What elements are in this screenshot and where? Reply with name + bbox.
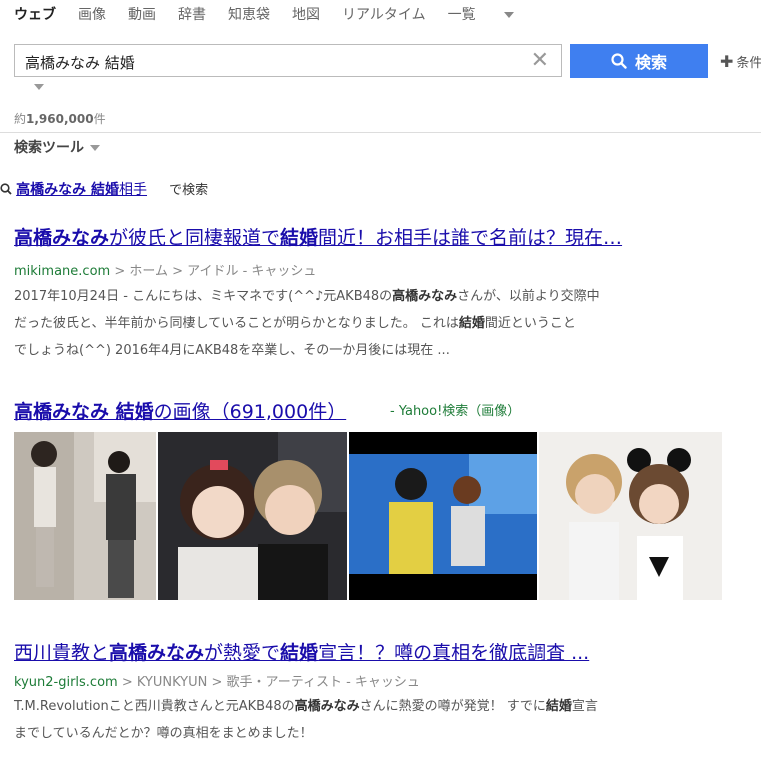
snippet-segment: 高橋みなみ [294, 699, 360, 714]
nav-more[interactable]: 一覧 [448, 4, 536, 24]
title-segment: 西川貴教と [14, 642, 110, 664]
snippet-segment: でしょうね(^^) 2016年4月にAKB48を卒業し、その一か月後には現在 .… [14, 343, 450, 358]
nav-map[interactable]: 地図 [292, 4, 320, 24]
title-segment: 宣言！？噂の真相を徹底調査 ... [318, 642, 590, 664]
result-title-link[interactable]: 西川貴教と高橋みなみが熱愛で結婚宣言！？噂の真相を徹底調査 ... [14, 638, 726, 665]
image-thumbnail[interactable] [349, 432, 537, 600]
title-segment: 高橋みなみ [109, 642, 205, 664]
plus-icon: ✚ [720, 52, 734, 71]
snippet-line: T.M.Revolutionこと西川貴教さんと元AKB48の高橋みなみさんに熱愛… [14, 693, 726, 720]
search-input[interactable] [23, 50, 527, 74]
search-icon [611, 53, 627, 69]
snippet-segment: 間近ということ [484, 316, 576, 331]
title-segment: が熱愛で [204, 642, 281, 664]
title-segment: 高橋みなみ [14, 227, 110, 249]
result-url[interactable]: mikimane.com > ホーム > アイドル - キャッシュ [14, 260, 316, 279]
divider [0, 132, 761, 133]
clear-icon[interactable]: ✕ [531, 50, 549, 72]
result-snippet: T.M.Revolutionこと西川貴教さんと元AKB48の高橋みなみさんに熱愛… [14, 693, 726, 747]
suggest-link[interactable]: 高橋みなみ 結婚相手 [16, 182, 147, 198]
snippet-segment: さんに熱愛の噂が発覚！ すでに [359, 699, 546, 714]
search-vertical-nav: ウェブ 画像 動画 辞書 知恵袋 地図 リアルタイム 一覧 [14, 4, 558, 24]
result-snippet: 2017年10月24日 - こんにちは、ミキマネです(^^♪元AKB48の高橋み… [14, 283, 726, 364]
snippet-segment: 結婚 [545, 699, 572, 714]
title-segment: 間近！お相手は誰で名前は？現在… [318, 227, 623, 249]
image-thumbnail[interactable] [158, 432, 347, 600]
result-url[interactable]: kyun2-girls.com > KYUNKYUN > 歌手・アーティスト -… [14, 671, 420, 690]
snippet-segment: だった彼氏と、半年前から同棲していることが明らかとなりました。 これは [14, 316, 459, 331]
nav-dictionary[interactable]: 辞書 [178, 4, 206, 24]
image-thumbnail[interactable] [539, 432, 722, 600]
image-results-title-link[interactable]: 高橋みなみ 結婚の画像（691,000件） [14, 397, 414, 424]
title-segment: 結婚 [280, 642, 319, 664]
snippet-line: 2017年10月24日 - こんにちは、ミキマネです(^^♪元AKB48の高橋み… [14, 283, 726, 310]
search-button[interactable]: 検索 [570, 44, 708, 78]
snippet-line: でしょうね(^^) 2016年4月にAKB48を卒業し、その一か月後には現在 .… [14, 337, 726, 364]
title-segment: が彼氏と同棲報道で [109, 227, 281, 249]
search-box: ✕ [14, 44, 562, 77]
snippet-segment: T.M.Revolutionこと西川貴教さんと元AKB48の [14, 699, 295, 714]
title-segment: 結婚 [280, 227, 319, 249]
search-options-button[interactable]: ✚ 条件 [720, 52, 761, 71]
related-search-suggestion: 高橋みなみ 結婚相手 で検索 [0, 179, 208, 199]
snippet-segment: までしているんだとか？噂の真相をまとめました！ [14, 726, 313, 741]
chevron-down-icon [503, 12, 514, 18]
result-title-link[interactable]: 高橋みなみが彼氏と同棲報道で結婚間近！お相手は誰で名前は？現在… [14, 223, 726, 250]
snippet-segment: 宣言 [571, 699, 598, 714]
nav-web[interactable]: ウェブ [14, 4, 56, 24]
snippet-segment: さんが、以前より交際中 [457, 289, 600, 304]
image-thumbnail-row [14, 432, 722, 600]
nav-realtime[interactable]: リアルタイム [342, 4, 426, 24]
nav-images[interactable]: 画像 [78, 4, 106, 24]
snippet-line: までしているんだとか？噂の真相をまとめました！ [14, 720, 726, 747]
image-thumbnail[interactable] [14, 432, 156, 600]
search-button-label: 検索 [634, 53, 667, 72]
search-icon [0, 183, 12, 195]
image-results-source: - Yahoo!検索（画像） [390, 404, 521, 419]
nav-chiebukuro[interactable]: 知恵袋 [228, 4, 270, 24]
snippet-line: だった彼氏と、半年前から同棲していることが明らかとなりました。 これは結婚間近と… [14, 310, 726, 337]
chevron-down-icon [90, 145, 100, 151]
snippet-segment: 高橋みなみ [392, 289, 458, 304]
history-dropdown-icon[interactable] [34, 84, 44, 90]
result-count: 約1,960,000件 [14, 112, 106, 126]
snippet-segment: 結婚 [458, 316, 485, 331]
snippet-segment: 2017年10月24日 - こんにちは、ミキマネです(^^♪元AKB48の [14, 289, 393, 304]
nav-video[interactable]: 動画 [128, 4, 156, 24]
search-tools-button[interactable]: 検索ツール [14, 137, 100, 157]
